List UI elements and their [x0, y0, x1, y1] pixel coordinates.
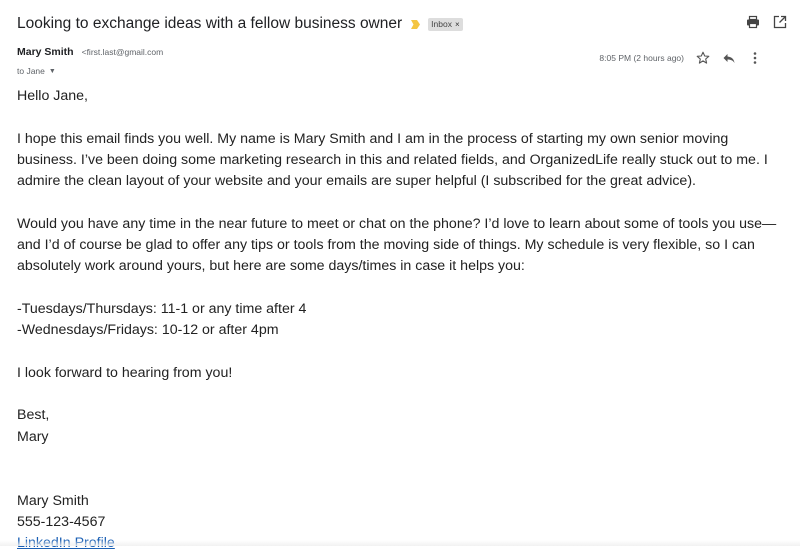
email-subject: Looking to exchange ideas with a fellow … — [17, 15, 403, 32]
closing-line: I look forward to hearing from you! — [17, 364, 233, 381]
body-paragraph-request: Would you have any time in the near futu… — [17, 215, 777, 275]
star-icon[interactable] — [696, 51, 710, 65]
message-timestamp: 8:05 PM (2 hours ago) — [599, 53, 684, 63]
show-details-dropdown-icon[interactable]: ▼ — [49, 68, 56, 75]
more-options-icon[interactable] — [748, 51, 762, 65]
signoff: Best, — [17, 407, 50, 424]
reply-icon[interactable] — [722, 51, 736, 65]
schedule-line: -Tuesdays/Thursdays: 11-1 or any time af… — [17, 300, 307, 317]
greeting: Hello Jane, — [17, 88, 88, 104]
print-icon[interactable] — [746, 15, 760, 29]
sender-name[interactable]: Mary Smith — [17, 46, 74, 58]
signature-name: Mary Smith — [17, 492, 89, 509]
remove-label-icon[interactable]: × — [455, 19, 460, 30]
importance-marker-icon[interactable] — [411, 19, 421, 29]
schedule-line: -Wednesdays/Fridays: 10-12 or after 4pm — [17, 322, 279, 339]
open-in-new-window-icon[interactable] — [773, 15, 787, 29]
sender-row: Mary Smith <first.last@gmail.com — [17, 46, 163, 62]
message-meta: 8:05 PM (2 hours ago) — [599, 51, 762, 65]
sender-email: <first.last@gmail.com — [81, 47, 164, 57]
inbox-label-chip[interactable]: Inbox × — [428, 17, 463, 31]
signoff-name: Mary — [17, 428, 49, 445]
body-paragraph-intro: I hope this email finds you well. My nam… — [17, 130, 768, 190]
recipient-label: to Jane — [17, 66, 45, 76]
signature-phone: 555-123-4567 — [17, 513, 106, 530]
recipient-row: to Jane ▼ — [17, 66, 56, 76]
email-subject-row: Looking to exchange ideas with a fellow … — [17, 12, 800, 36]
email-body: Hello Jane, I hope this email finds you … — [17, 86, 792, 555]
inbox-label-text: Inbox — [431, 18, 452, 29]
header-actions — [746, 15, 787, 29]
bottom-fade — [0, 540, 800, 546]
